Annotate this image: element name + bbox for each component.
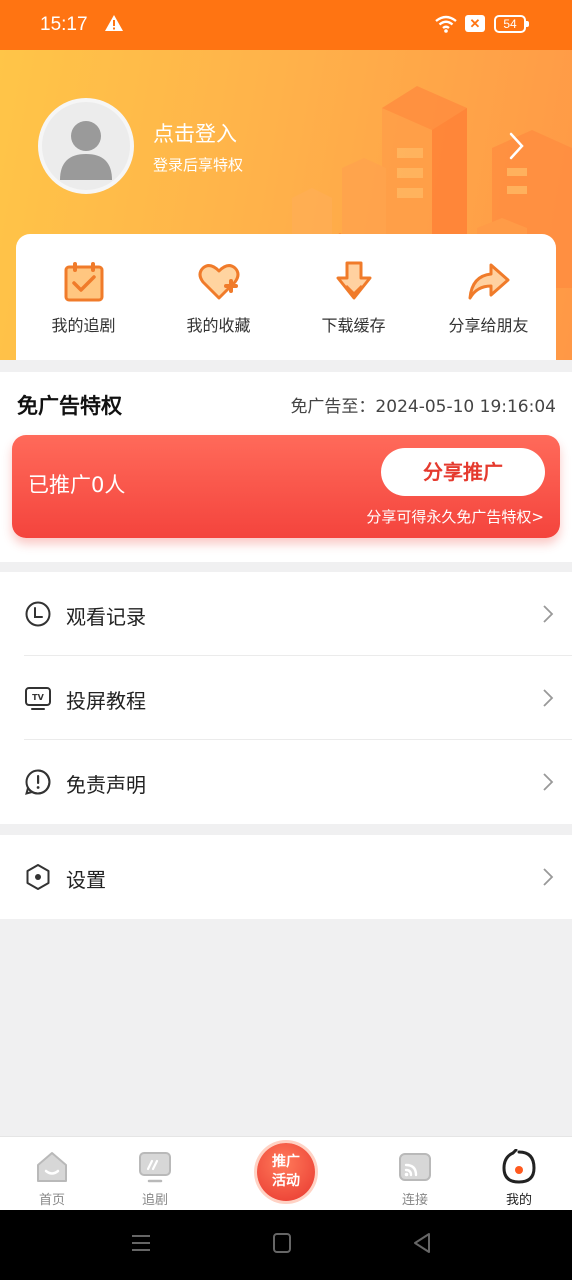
nav-mine[interactable]: 我的 [467,1137,571,1211]
chevron-right-icon [543,605,554,623]
nav-connect[interactable]: 连接 [363,1137,467,1211]
warning-icon [104,14,124,36]
promo-line1: 推广 [272,1154,300,1170]
privilege-expire: 免广告至：2024-05-10 19:16:04 [290,397,556,417]
status-time: 15:17 [40,14,88,35]
profile-face-icon [502,1149,536,1184]
wifi-icon [434,14,458,38]
download-cache-button[interactable]: 下载缓存 [286,234,421,360]
login-subtitle: 登录后享特权 [153,156,244,174]
hexagon-gear-icon [26,864,50,890]
menu-item-disclaimer[interactable]: 免责声明 [0,740,572,824]
menu-list: 观看记录 TV 投屏教程 免责声明 [0,572,572,824]
share-promo-button[interactable]: 分享推广 [381,448,545,496]
monitor-icon [139,1152,171,1183]
cast-icon [399,1153,431,1181]
heart-plus-icon [198,264,240,300]
avatar[interactable] [38,98,134,194]
sim-off-icon: ✕ [465,15,485,32]
recent-apps-icon[interactable] [130,1232,152,1254]
my-favorites-label: 我的收藏 [186,316,251,335]
back-triangle-icon[interactable] [412,1232,432,1254]
menu-label: 投屏教程 [66,689,146,713]
chevron-right-icon [543,773,554,791]
my-follow-label: 我的追剧 [51,316,116,335]
tv-icon: TV [25,687,51,710]
promo-card: 已推广0人 分享推广 分享可得永久免广告特权> [12,435,560,538]
chevron-right-icon[interactable] [508,132,524,164]
nav-follow[interactable]: 追剧 [103,1137,207,1211]
home-icon [37,1152,67,1182]
menu-item-watch-history[interactable]: 观看记录 [0,572,572,656]
nav-home-label: 首页 [38,1193,65,1208]
share-hint-link[interactable]: 分享可得永久免广告特权> [366,506,544,527]
clock-icon [25,601,51,627]
nav-follow-label: 追剧 [141,1193,168,1208]
menu-label: 免责声明 [66,773,146,797]
user-silhouette-icon [60,121,112,180]
privilege-title: 免广告特权 [17,394,122,418]
menu-label: 观看记录 [66,605,146,629]
menu-item-settings[interactable]: 设置 [0,835,572,919]
svg-text:TV: TV [32,693,44,702]
ad-free-privilege-section: 免广告特权 免广告至：2024-05-10 19:16:04 已推广0人 分享推… [0,372,572,562]
bottom-nav: 首页 追剧 推广 活动 连接 我的 [0,1136,572,1210]
share-friends-label: 分享给朋友 [448,316,529,335]
share-arrow-icon [468,263,510,300]
nav-promo-activity-button[interactable]: 推广 活动 [257,1143,315,1201]
promo-line2: 活动 [272,1173,300,1189]
download-cache-label: 下载缓存 [321,316,386,335]
nav-mine-label: 我的 [505,1193,532,1208]
quick-actions-card: 我的追剧 我的收藏 下载缓存 分享给朋友 [16,234,556,360]
my-favorites-button[interactable]: 我的收藏 [151,234,286,360]
calendar-check-icon [64,262,104,302]
menu-item-cast-tutorial[interactable]: TV 投屏教程 [0,656,572,740]
nav-home[interactable]: 首页 [0,1137,104,1211]
nav-connect-label: 连接 [401,1193,428,1208]
battery-icon: 54 [494,15,529,33]
chevron-right-icon [543,689,554,707]
promoted-count: 已推广0人 [28,473,126,497]
alert-circle-icon [25,769,51,795]
my-follow-button[interactable]: 我的追剧 [16,234,151,360]
share-friends-button[interactable]: 分享给朋友 [421,234,556,360]
system-nav-bar [0,1210,572,1280]
settings-section: 设置 [0,835,572,919]
download-icon [336,261,372,300]
status-bar: 15:17 ✕ 54 [0,0,572,50]
login-title[interactable]: 点击登入 [153,118,237,148]
home-square-icon[interactable] [272,1232,292,1254]
settings-label: 设置 [66,868,106,892]
chevron-right-icon [543,868,554,886]
